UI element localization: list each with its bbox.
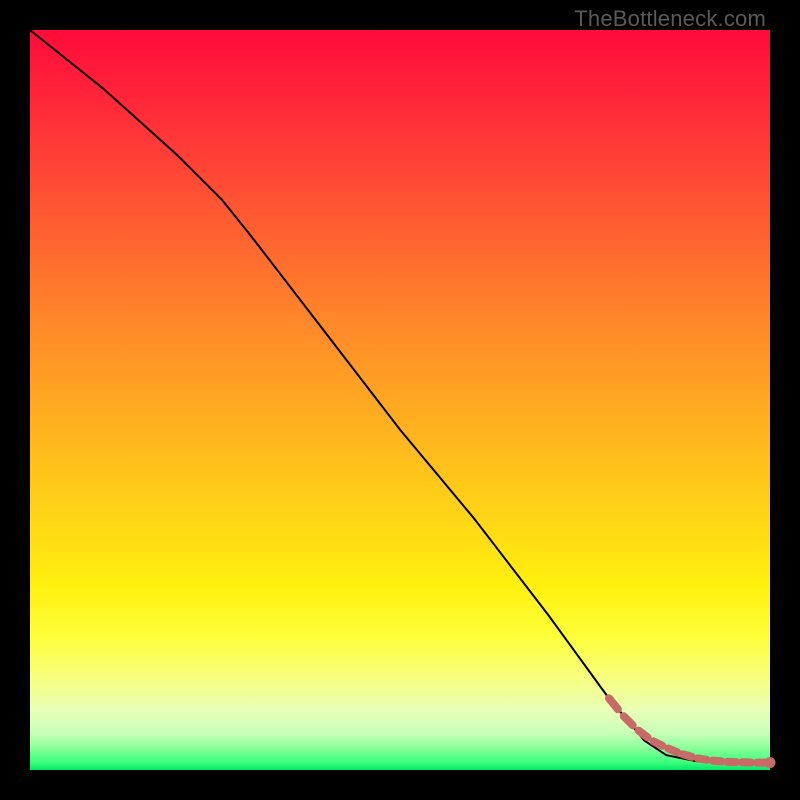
curve-path (30, 30, 770, 763)
highlight-end-dot (765, 757, 776, 768)
highlight-dash (653, 741, 662, 745)
highlight-dash (683, 754, 692, 757)
highlight-dash (713, 761, 722, 762)
highlight-dash (668, 749, 677, 753)
highlight-dash (698, 758, 707, 759)
highlight-tail-markers (609, 698, 776, 768)
highlight-dash (624, 716, 633, 725)
chart-overlay (30, 30, 770, 770)
highlight-dash (609, 698, 618, 709)
highlight-dash (639, 731, 648, 738)
chart-stage: TheBottleneck.com (0, 0, 800, 800)
bottleneck-curve (30, 30, 770, 763)
watermark-text: TheBottleneck.com (574, 6, 766, 32)
